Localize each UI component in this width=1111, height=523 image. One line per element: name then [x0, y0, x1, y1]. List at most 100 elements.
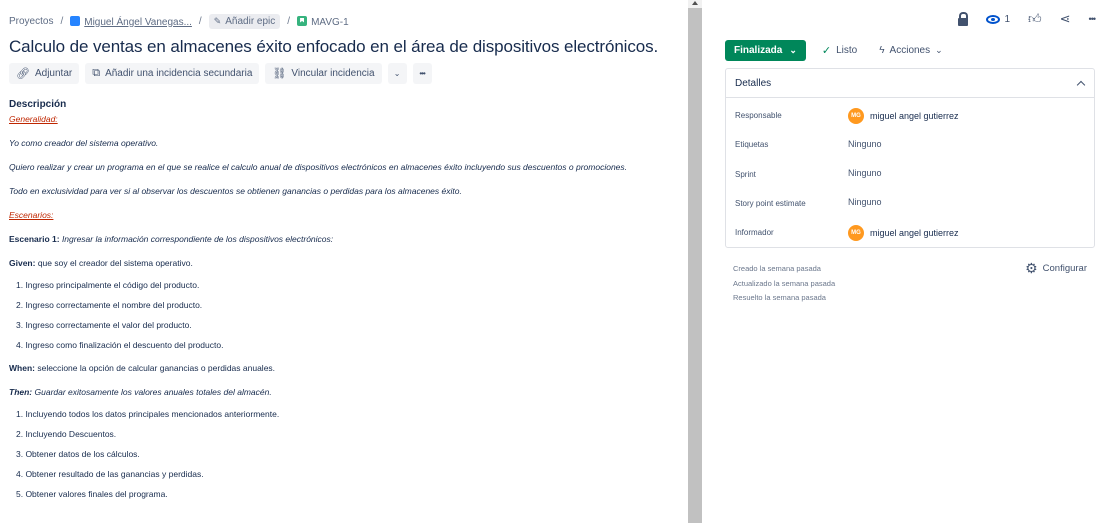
issue-main-pane: Proyectos / Miguel Ángel Vanegas... / ✎ …: [0, 0, 688, 523]
chevron-down-icon: ⌄: [935, 45, 943, 55]
scenario-line: Escenario 1: Ingresar la información cor…: [9, 234, 679, 245]
labels-field-label: Etiquetas: [735, 140, 769, 149]
more-actions-button[interactable]: •••: [412, 63, 432, 84]
details-panel: Detalles Responsable MG miguel angel gut…: [725, 68, 1095, 248]
description-label: Descripción: [9, 99, 67, 110]
escenarios-heading: Escenarios:: [9, 210, 54, 220]
story-points-value[interactable]: Ninguno: [848, 197, 882, 207]
link-issue-button[interactable]: ⛓ Vincular incidencia: [265, 63, 382, 84]
add-child-issue-label: Añadir una incidencia secundaria: [105, 68, 253, 79]
pencil-icon: ✎: [213, 16, 222, 26]
breadcrumb-project-label: Miguel Ángel Vanegas...: [84, 16, 192, 28]
add-child-issue-button[interactable]: ⧉ Añadir una incidencia secundaria: [85, 63, 260, 84]
status-dropdown[interactable]: Finalizada ⌄: [725, 40, 806, 61]
list-item: 2. Incluyendo Descuentos.: [16, 429, 117, 439]
when-label: When:: [9, 363, 35, 373]
resolved-date: Resuelto la semana pasada: [733, 293, 826, 302]
add-epic-label: Añadir epic: [225, 16, 276, 27]
avatar: MG: [848, 108, 864, 124]
actions-button[interactable]: ϟ Acciones ⌄: [873, 40, 948, 61]
sprint-value[interactable]: Ninguno: [848, 168, 882, 178]
created-date: Creado la semana pasada: [733, 264, 821, 273]
when-line: When: seleccione la opción de calcular g…: [9, 363, 679, 374]
issue-sidebar: 1 👍︎ ⋖ ••• Finalizada ⌄ ✓ Listo ϟ Accion…: [702, 0, 1111, 523]
issue-toolbar: 🔗︎ Adjuntar ⧉ Añadir una incidencia secu…: [9, 63, 432, 84]
scenario-label: Escenario 1:: [9, 234, 60, 244]
then-label: Then:: [9, 387, 33, 397]
details-heading: Detalles: [735, 77, 772, 89]
list-item: 5. Obtener valores finales del programa.: [16, 489, 168, 499]
configure-button[interactable]: ⚙ Configurar: [1025, 261, 1087, 275]
link-issue-label: Vincular incidencia: [291, 68, 375, 79]
attach-label: Adjuntar: [34, 68, 73, 79]
chevron-up-icon: [1076, 80, 1086, 89]
checkmark-icon: ✓: [821, 45, 832, 57]
issue-dates: Creado la semana pasada Actualizado la s…: [733, 262, 835, 306]
issue-key-label: MAVG-1: [311, 16, 349, 28]
description[interactable]: Descripción Generalidad: Yo como creador…: [9, 99, 679, 512]
breadcrumb-separator: /: [60, 16, 64, 27]
reporter-value[interactable]: MG miguel angel gutierrez: [848, 225, 959, 241]
assignee-value[interactable]: MG miguel angel gutierrez: [848, 108, 959, 124]
list-item: 2. Ingreso correctamente el nombre del p…: [16, 300, 203, 310]
description-paragraph: Yo como creador del sistema operativo.: [9, 138, 159, 148]
issue-header-actions: 1 👍︎ ⋖ •••: [958, 11, 1097, 27]
description-paragraph: Todo en exclusividad para ver si al obse…: [9, 186, 462, 196]
list-item: 3. Ingreso correctamente el valor del pr…: [16, 320, 192, 330]
link-issue-dropdown[interactable]: ⌄: [387, 63, 407, 84]
chevron-down-icon: ⌄: [789, 45, 797, 55]
breadcrumb: Proyectos / Miguel Ángel Vanegas... / ✎ …: [9, 14, 349, 29]
assignee-name: miguel angel gutierrez: [870, 111, 959, 121]
story-icon: [297, 15, 308, 26]
given-list: 1. Ingreso principalmente el código del …: [16, 280, 679, 351]
list-item: 4. Ingreso como finalización el descuent…: [16, 340, 224, 350]
add-epic-button[interactable]: ✎ Añadir epic: [208, 14, 281, 29]
breadcrumb-project[interactable]: Miguel Ángel Vanegas...: [70, 15, 192, 28]
breadcrumb-issue-key[interactable]: MAVG-1: [297, 15, 349, 28]
done-button[interactable]: ✓ Listo: [816, 40, 863, 61]
breadcrumb-separator: /: [287, 16, 291, 27]
share-icon[interactable]: ⋖: [1060, 11, 1071, 27]
updated-date: Actualizado la semana pasada: [733, 278, 836, 288]
lock-icon[interactable]: [958, 11, 969, 26]
link-icon: ⛓: [272, 68, 287, 80]
avatar: MG: [848, 225, 864, 241]
assignee-field-label: Responsable: [735, 111, 782, 120]
eye-icon: [986, 14, 1001, 24]
thumbs-up-icon[interactable]: 👍︎: [1028, 11, 1042, 27]
then-list: 1. Incluyendo todos los datos principale…: [16, 409, 679, 500]
breadcrumb-separator: /: [198, 16, 202, 27]
then-line: Then: Guardar exitosamente los valores a…: [9, 387, 679, 398]
reporter-field-label: Informador: [735, 228, 774, 237]
project-avatar-icon: [70, 15, 81, 26]
scroll-up-arrow-icon[interactable]: [692, 1, 698, 5]
labels-value[interactable]: Ninguno: [848, 139, 882, 149]
status-label: Finalizada: [734, 45, 783, 56]
paperclip-icon: 🔗︎: [16, 68, 30, 80]
then-text: Guardar exitosamente los valores anuales…: [34, 387, 272, 397]
when-text: seleccione la opción de calcular gananci…: [37, 363, 276, 373]
more-options-icon[interactable]: •••: [1089, 14, 1097, 24]
done-label: Listo: [836, 45, 858, 56]
details-header[interactable]: Detalles: [726, 69, 1094, 98]
attach-button[interactable]: 🔗︎ Adjuntar: [9, 63, 80, 84]
issue-title[interactable]: Calculo de ventas en almacenes éxito enf…: [9, 37, 658, 57]
watchers-count: 1: [1004, 13, 1011, 25]
status-row: Finalizada ⌄ ✓ Listo ϟ Acciones ⌄: [725, 40, 949, 61]
sprint-field-label: Sprint: [735, 170, 756, 179]
breadcrumb-projects[interactable]: Proyectos: [9, 16, 53, 27]
generalidad-heading: Generalidad:: [9, 114, 58, 124]
gear-icon: ⚙: [1025, 260, 1038, 276]
configure-label: Configurar: [1042, 262, 1087, 274]
list-item: 4. Obtener resultado de las ganancias y …: [16, 469, 204, 479]
hierarchy-icon: ⧉: [92, 67, 101, 79]
watch-button[interactable]: 1: [986, 14, 1010, 25]
chevron-down-icon: ⌄: [393, 69, 401, 78]
scenario-text: Ingresar la información correspondiente …: [61, 234, 334, 244]
given-line: Given: que soy el creador del sistema op…: [9, 258, 679, 269]
lightning-icon: ϟ: [879, 45, 885, 56]
list-item: 1. Incluyendo todos los datos principale…: [16, 409, 280, 419]
actions-label: Acciones: [889, 45, 931, 56]
list-item: 3. Obtener datos de los cálculos.: [16, 449, 140, 459]
scrollbar-thumb[interactable]: [688, 8, 702, 523]
